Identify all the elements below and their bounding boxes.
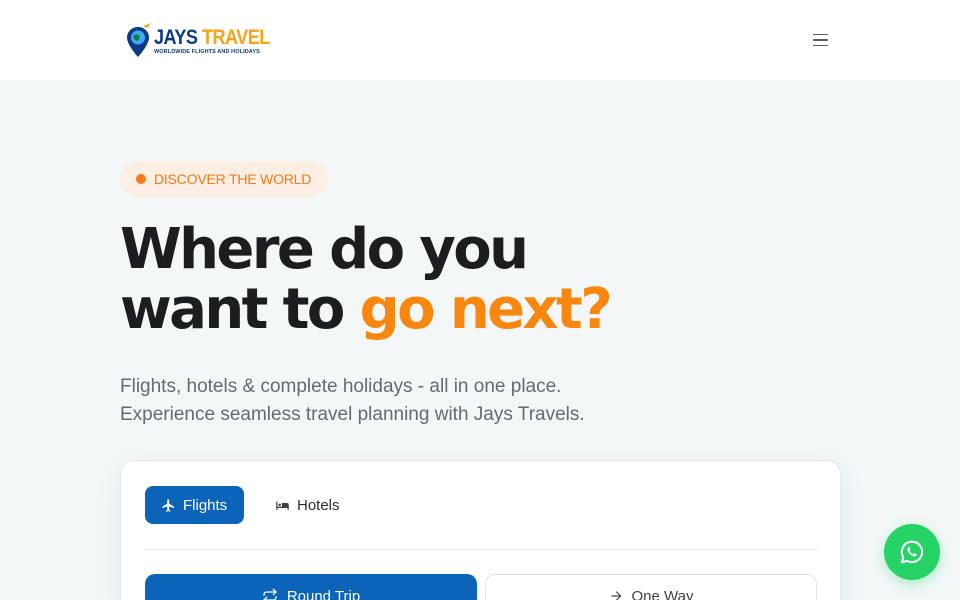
tab-flights-label: Flights	[183, 496, 228, 514]
subtitle-line-2: Experience seamless travel planning with…	[120, 404, 585, 425]
plane-icon	[162, 498, 175, 512]
site-logo[interactable]: JAYS TRAVEL WORLDWIDE FLIGHTS AND HOLIDA…	[126, 20, 270, 62]
subtitle-line-1: Flights, hotels & complete holidays - al…	[120, 376, 562, 397]
location-pin-plane-icon	[127, 23, 151, 57]
hero-subtitle: Flights, hotels & complete holidays - al…	[120, 373, 640, 429]
search-card: Flights Hotels Round Trip One Way	[120, 460, 841, 600]
one-way-button[interactable]: One Way	[485, 574, 817, 600]
round-trip-button[interactable]: Round Trip	[145, 574, 477, 600]
tabs-divider	[145, 549, 817, 550]
logo-name: JAYS TRAVEL	[154, 25, 270, 49]
headline-line-2: want to go next?	[120, 280, 680, 340]
hero-headline: Where do you want to go next?	[120, 220, 680, 340]
round-trip-label: Round Trip	[286, 587, 361, 600]
logo-text: JAYS TRAVEL WORLDWIDE FLIGHTS AND HOLIDA…	[154, 27, 289, 56]
site-header: JAYS TRAVEL WORLDWIDE FLIGHTS AND HOLIDA…	[0, 0, 960, 80]
headline-accent: go next?	[359, 277, 613, 342]
headline-plain: want to	[120, 277, 360, 342]
headline-line-1: Where do you	[120, 217, 529, 282]
repeat-icon	[263, 588, 277, 600]
whatsapp-button[interactable]	[884, 524, 940, 580]
one-way-label: One Way	[631, 587, 694, 600]
badge-label: DISCOVER THE WORLD	[154, 171, 312, 187]
logo-tagline: WORLDWIDE FLIGHTS AND HOLIDAYS	[154, 48, 260, 55]
logo-name-accent: TRAVEL	[201, 25, 270, 49]
whatsapp-icon	[900, 540, 924, 564]
bed-icon	[276, 501, 289, 510]
discover-badge: DISCOVER THE WORLD	[120, 161, 328, 197]
badge-dot	[136, 174, 146, 184]
arrow-right-icon	[610, 591, 621, 600]
tab-flights[interactable]: Flights	[145, 486, 244, 524]
hamburger-menu-icon[interactable]	[808, 30, 832, 50]
tab-hotels-label: Hotels	[297, 496, 340, 514]
tab-hotels[interactable]: Hotels	[261, 486, 361, 524]
